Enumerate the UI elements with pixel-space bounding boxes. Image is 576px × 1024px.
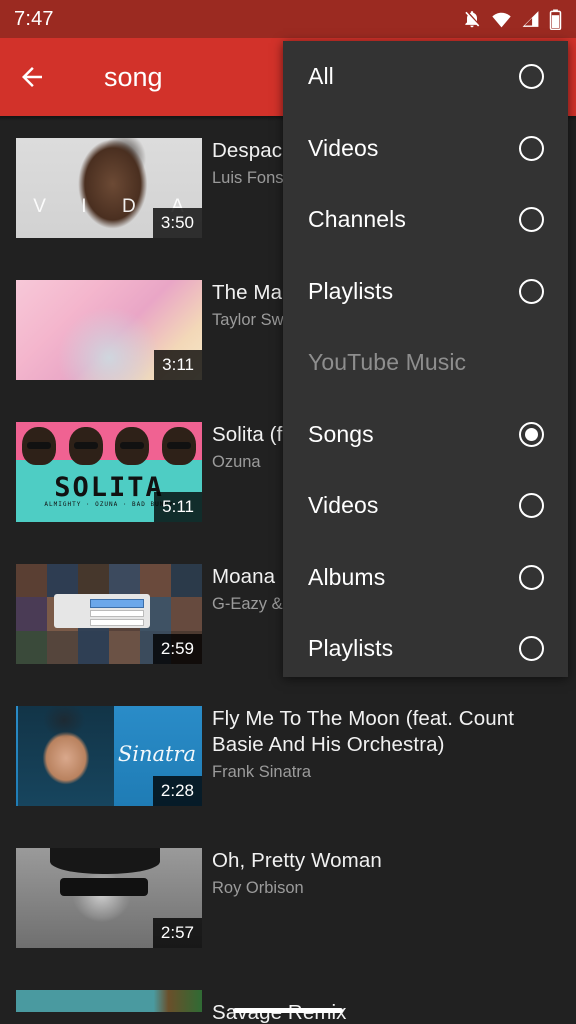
battery-icon — [549, 8, 562, 30]
video-thumbnail[interactable]: SOLITA ALMIGHTY · OZUNA · BAD BUNNY 5:11 — [16, 422, 202, 522]
app-screen: 7:47 song V I D A 3:50 Despacito Luis Fo… — [0, 0, 576, 1024]
video-title: Fly Me To The Moon (feat. Count Basie An… — [212, 707, 515, 756]
menu-option-all[interactable]: All — [283, 41, 568, 113]
menu-option-songs[interactable]: Songs — [283, 399, 568, 471]
video-thumbnail[interactable]: 3:11 — [16, 280, 202, 380]
video-artist: Roy Orbison — [212, 879, 304, 897]
video-thumbnail[interactable]: V I D A 3:50 — [16, 138, 202, 238]
video-thumbnail[interactable]: Sinatra 2:28 — [16, 706, 202, 806]
menu-item-label: Videos — [308, 134, 379, 161]
video-thumbnail[interactable]: 2:57 — [16, 848, 202, 948]
cellular-signal-icon — [521, 9, 540, 29]
back-arrow-icon — [17, 62, 47, 92]
menu-option-videos[interactable]: Videos — [283, 470, 568, 542]
result-metadata: Oh, Pretty Woman Roy Orbison — [202, 848, 576, 899]
radio-button-selected[interactable] — [519, 421, 544, 447]
video-duration-badge: 2:57 — [152, 918, 202, 948]
thumbnail-art-text: Sinatra — [117, 742, 196, 766]
status-bar-clock: 7:47 — [14, 7, 54, 30]
notifications-off-icon — [462, 9, 482, 29]
video-duration-badge: 3:11 — [154, 350, 202, 380]
thumbnail-art-hair — [50, 848, 160, 874]
menu-item-label: Albums — [308, 563, 386, 590]
radio-button[interactable] — [519, 493, 544, 519]
menu-item-label: Channels — [308, 206, 406, 233]
menu-item-label: Songs — [308, 420, 374, 447]
home-gesture-pill[interactable] — [233, 1007, 343, 1013]
menu-section-header: YouTube Music — [283, 327, 568, 399]
video-title: Oh, Pretty Woman — [212, 849, 382, 872]
menu-item-label: All — [308, 63, 334, 90]
radio-button[interactable] — [519, 64, 544, 90]
radio-button[interactable] — [519, 636, 544, 662]
video-duration-badge: 3:50 — [152, 208, 202, 238]
menu-option-playlists[interactable]: Playlists — [283, 256, 568, 328]
search-filter-menu[interactable]: All Videos Channels Playlists YouTube Music S… — [283, 41, 568, 677]
status-bar: 7:47 — [0, 0, 576, 38]
menu-option-videos[interactable]: Videos — [283, 113, 568, 185]
thumbnail-art-sunglasses — [60, 878, 148, 896]
video-artist: Frank Sinatra — [212, 763, 312, 781]
radio-button[interactable] — [519, 135, 544, 161]
menu-item-label: Playlists — [308, 635, 394, 662]
radio-button[interactable] — [519, 207, 544, 233]
navigation-gesture-bar[interactable] — [0, 996, 576, 1024]
thumbnail-art-portrait — [18, 706, 114, 806]
thumbnail-art-dialog — [54, 594, 150, 628]
menu-option-playlists[interactable]: Playlists — [283, 613, 568, 685]
video-duration-badge: 5:11 — [154, 492, 202, 522]
back-button[interactable] — [0, 38, 64, 116]
search-result-row[interactable]: 2:57 Oh, Pretty Woman Roy Orbison — [0, 831, 576, 973]
menu-option-channels[interactable]: Channels — [283, 184, 568, 256]
video-thumbnail[interactable]: 2:59 — [16, 564, 202, 664]
menu-item-label: Playlists — [308, 277, 394, 304]
search-result-row[interactable]: Sinatra 2:28 Fly Me To The Moon (feat. Cou… — [0, 689, 576, 831]
menu-option-albums[interactable]: Albums — [283, 542, 568, 614]
result-metadata: Fly Me To The Moon (feat. Count Basie An… — [202, 706, 576, 783]
video-duration-badge: 2:28 — [152, 776, 202, 806]
search-query-text[interactable]: song — [104, 62, 163, 93]
video-duration-badge: 2:59 — [152, 634, 202, 664]
wifi-icon — [491, 9, 512, 29]
status-bar-icons — [462, 8, 562, 30]
menu-item-label: YouTube Music — [308, 349, 467, 376]
radio-button[interactable] — [519, 564, 544, 590]
menu-item-label: Videos — [308, 492, 379, 519]
radio-button[interactable] — [519, 278, 544, 304]
thumbnail-art-figures — [22, 427, 196, 467]
